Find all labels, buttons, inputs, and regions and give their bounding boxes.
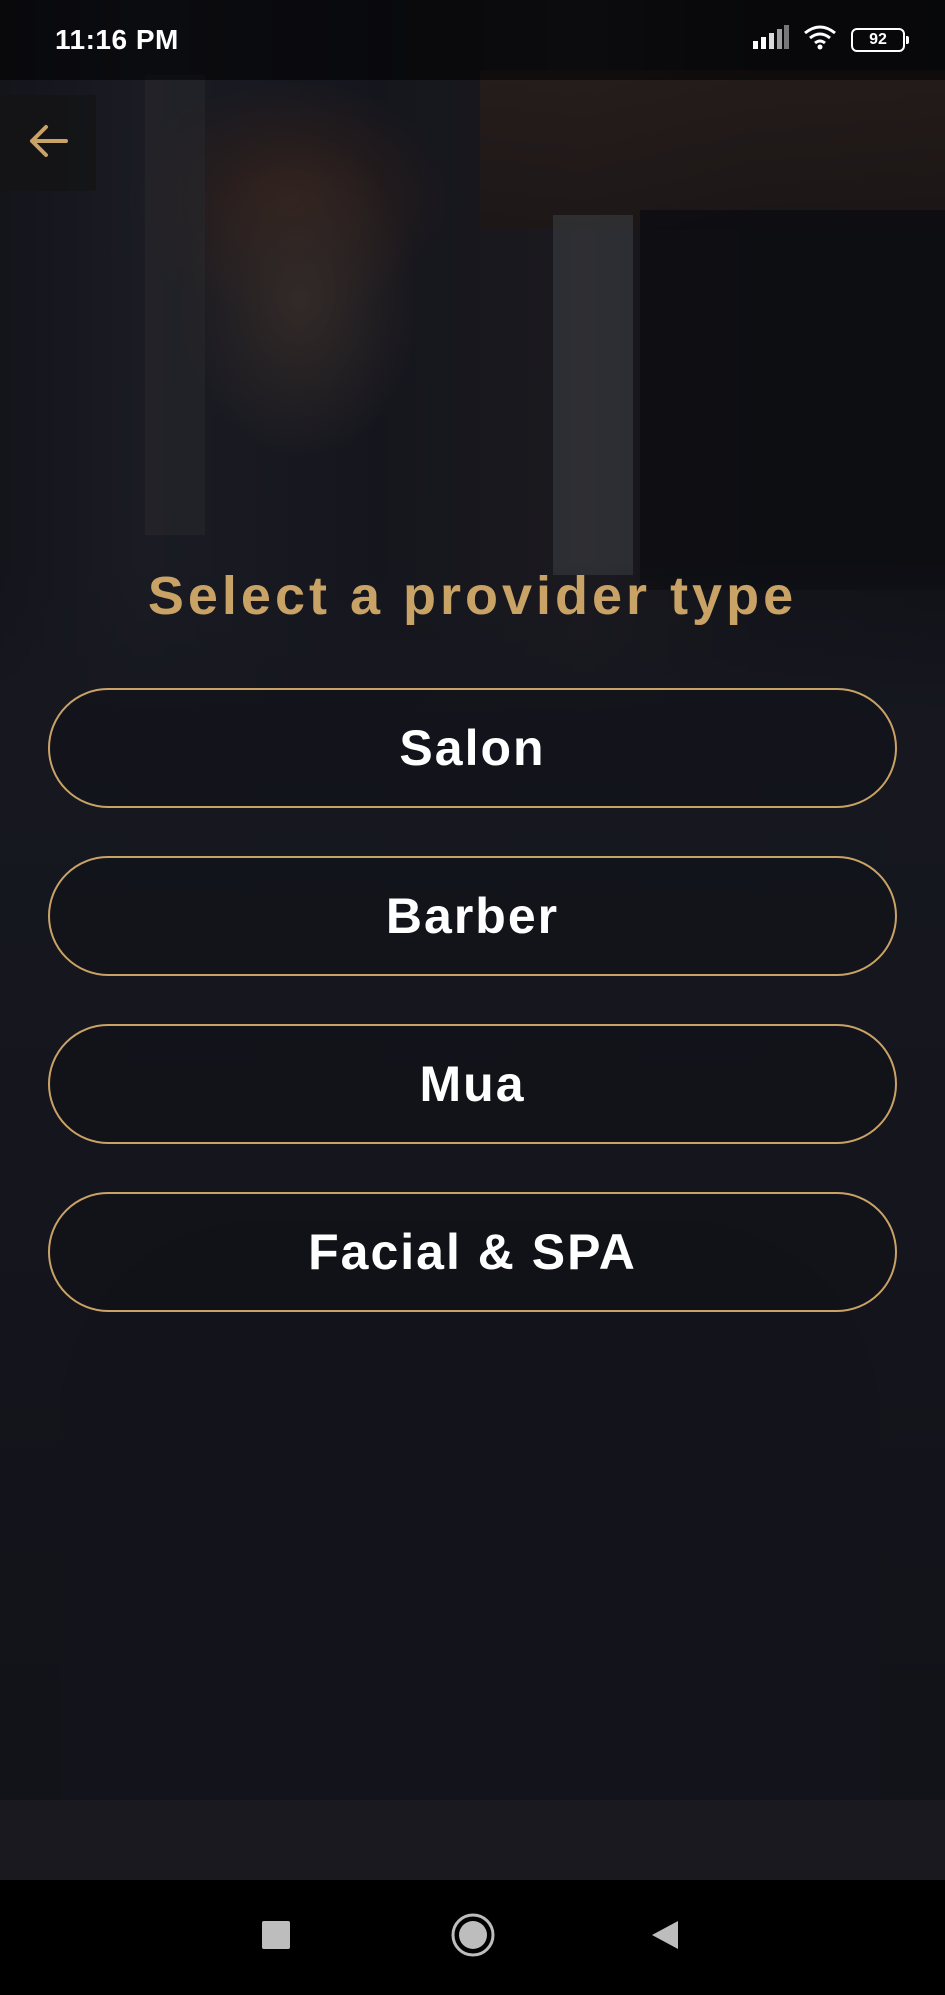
navigation-bar bbox=[0, 1880, 945, 1995]
page-title: Select a provider type bbox=[147, 566, 798, 626]
arrow-left-icon bbox=[26, 119, 70, 168]
battery-icon: 92 bbox=[851, 27, 909, 52]
salon-button[interactable]: Salon bbox=[48, 688, 897, 808]
screen: 11:16 PM 92 Select a provider type Salon… bbox=[0, 0, 945, 1880]
back-button[interactable] bbox=[0, 95, 96, 191]
home-button[interactable] bbox=[438, 1902, 508, 1972]
mua-button[interactable]: Mua bbox=[48, 1024, 897, 1144]
status-time: 11:16 PM bbox=[55, 24, 179, 55]
provider-type-options: Salon Barber Mua Facial & SPA bbox=[48, 688, 897, 1360]
status-bar: 11:16 PM 92 bbox=[0, 0, 945, 80]
status-icons: 92 bbox=[753, 24, 909, 55]
wifi-icon bbox=[803, 24, 837, 55]
facial-spa-button[interactable]: Facial & SPA bbox=[48, 1192, 897, 1312]
recents-button[interactable] bbox=[241, 1902, 311, 1972]
square-icon bbox=[261, 1920, 291, 1955]
battery-level: 92 bbox=[869, 30, 887, 48]
signal-icon bbox=[753, 25, 789, 54]
system-back-button[interactable] bbox=[630, 1902, 700, 1972]
circle-icon bbox=[450, 1912, 496, 1963]
barber-button[interactable]: Barber bbox=[48, 856, 897, 976]
triangle-back-icon bbox=[650, 1919, 680, 1956]
